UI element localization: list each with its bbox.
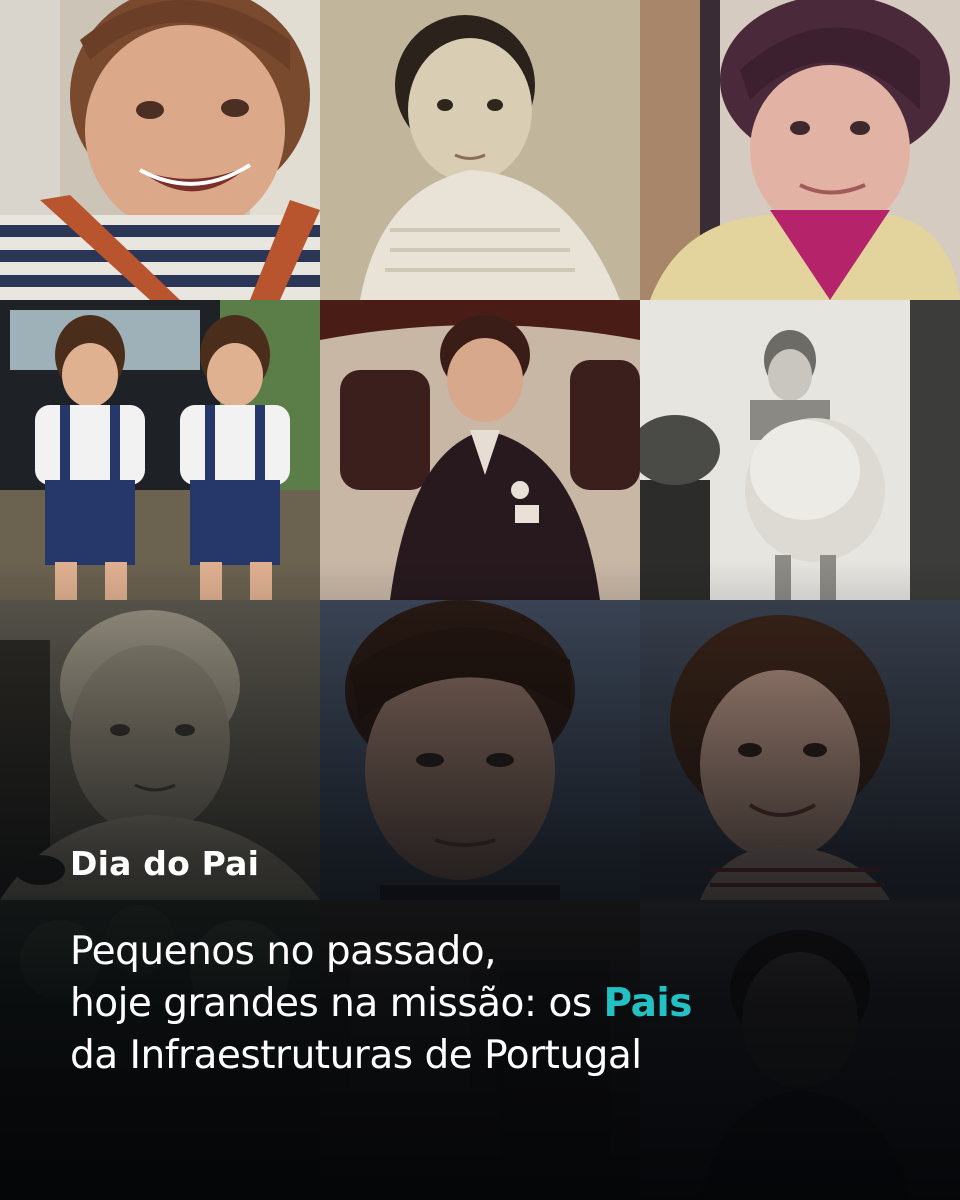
headline-highlight: Pais — [603, 981, 693, 1026]
headline-line-1: Pequenos no passado, — [70, 929, 497, 974]
headline-line-3: da Infraestruturas de Portugal — [70, 1033, 642, 1078]
kicker-title: Dia do Pai — [70, 844, 260, 883]
social-post: Dia do Pai Pequenos no passado, hoje gra… — [0, 0, 960, 1200]
headline: Pequenos no passado, hoje grandes na mis… — [70, 926, 930, 1082]
headline-line-2: hoje grandes na missão: os Pais — [70, 978, 930, 1030]
headline-line-2-text: hoje grandes na missão: os — [70, 981, 604, 1026]
